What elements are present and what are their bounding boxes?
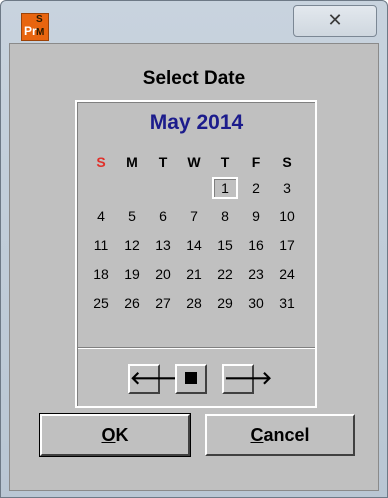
day-cell[interactable]: 28 — [179, 292, 209, 314]
month-label: May 2014 — [149, 111, 244, 134]
calendar-divider — [78, 347, 315, 349]
dialog-window: Pr S M ✕ Select Date May 2014 SMTWTFS 12… — [0, 0, 388, 498]
today-button[interactable] — [175, 364, 207, 394]
ok-button[interactable]: OK — [39, 413, 191, 457]
day-cell[interactable]: 9 — [241, 205, 271, 227]
day-cell[interactable]: 31 — [272, 292, 302, 314]
day-cell[interactable]: 17 — [272, 234, 302, 256]
day-cell[interactable]: 5 — [117, 205, 147, 227]
day-cell[interactable]: 27 — [148, 292, 178, 314]
weekday-header: F — [251, 154, 261, 170]
day-cell[interactable]: 23 — [241, 263, 271, 285]
ok-label-rest: K — [115, 425, 129, 445]
day-cell[interactable]: 2 — [241, 177, 271, 199]
day-cell[interactable]: 22 — [210, 263, 240, 285]
day-cell[interactable]: 8 — [210, 205, 240, 227]
weekday-header: S — [96, 154, 106, 170]
app-icon-letter-s: S — [36, 14, 43, 25]
weekday-header: M — [126, 154, 138, 170]
weekday-header: T — [158, 154, 168, 170]
title-bar[interactable]: Pr S M ✕ — [1, 1, 387, 41]
dialog-body: Select Date May 2014 SMTWTFS 1 2 3 4 5 6 7 8 9 10… — [9, 43, 379, 491]
day-cell[interactable]: 12 — [117, 234, 147, 256]
calendar-inner: May 2014 SMTWTFS 1 2 3 4 5 6 7 8 9 10 11 12 13 14 15 16… — [77, 102, 315, 406]
day-cell[interactable]: 6 — [148, 205, 178, 227]
next-month-button[interactable]: 🡒 — [222, 364, 272, 394]
day-cell[interactable]: 14 — [179, 234, 209, 256]
arrow-right-icon: 🡒 — [224, 368, 273, 389]
day-cell[interactable]: 24 — [272, 263, 302, 285]
close-icon: ✕ — [327, 10, 343, 31]
cancel-label-rest: ancel — [263, 425, 310, 445]
app-icon-letters-pr: Pr — [24, 24, 37, 38]
day-cell[interactable]: 19 — [117, 263, 147, 285]
day-cell[interactable]: 7 — [179, 205, 209, 227]
day-cell[interactable]: 20 — [148, 263, 178, 285]
day-cell[interactable]: 26 — [117, 292, 147, 314]
day-cell[interactable]: 3 — [272, 177, 302, 199]
app-icon: Pr S M — [21, 13, 49, 41]
day-cell[interactable]: 21 — [179, 263, 209, 285]
weekday-header: W — [187, 154, 201, 170]
day-cell[interactable]: 29 — [210, 292, 240, 314]
day-cell[interactable]: 13 — [148, 234, 178, 256]
previous-month-button[interactable]: 🡐 — [128, 364, 178, 394]
ok-mnemonic: O — [101, 425, 116, 445]
square-icon — [185, 371, 197, 384]
calendar-panel: May 2014 SMTWTFS 1 2 3 4 5 6 7 8 9 10 11 12 13 14 15 16… — [75, 100, 317, 408]
day-cell[interactable]: 25 — [86, 292, 116, 314]
day-cell[interactable]: 10 — [272, 205, 302, 227]
day-cell-selected[interactable]: 1 — [212, 177, 238, 199]
cancel-button[interactable]: Cancel — [205, 414, 355, 456]
day-cell[interactable]: 30 — [241, 292, 271, 314]
weekday-header: T — [220, 154, 230, 170]
day-cell[interactable]: 18 — [86, 263, 116, 285]
weekday-header: S — [282, 154, 292, 170]
dialog-title: Select Date — [142, 68, 246, 89]
arrow-left-icon: 🡐 — [130, 368, 179, 389]
close-button[interactable]: ✕ — [293, 5, 377, 37]
day-cell[interactable]: 11 — [86, 234, 116, 256]
cancel-mnemonic: C — [250, 425, 264, 445]
day-cell[interactable]: 15 — [210, 234, 240, 256]
day-cell[interactable]: 4 — [86, 205, 116, 227]
app-icon-letter-m: M — [36, 27, 45, 38]
day-cell[interactable]: 16 — [241, 234, 271, 256]
